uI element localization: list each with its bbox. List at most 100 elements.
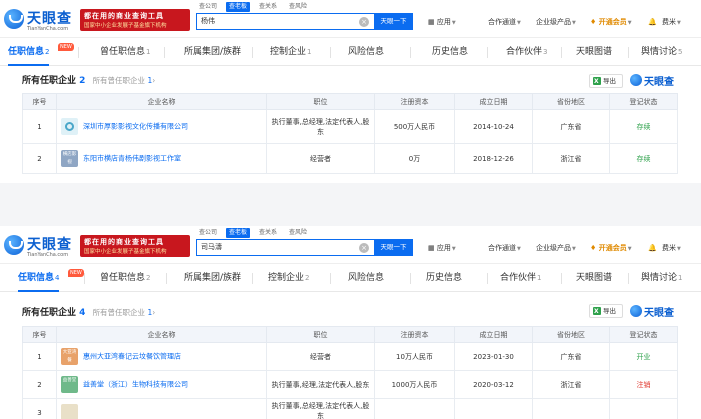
logo-eye-icon — [630, 305, 642, 317]
site-logo[interactable]: 天眼查 TianYanCha.com — [4, 7, 76, 33]
col-header-capital: 注册资本 — [374, 326, 455, 343]
export-button[interactable]: 导出 — [589, 304, 623, 318]
company-link[interactable]: 益善堂（浙江）生物科技有限公司 — [83, 381, 188, 389]
chevron-down-icon: ▼ — [517, 246, 521, 252]
tab-label: 所属集团/族群 — [184, 47, 242, 57]
chevron-down-icon: ▼ — [677, 20, 681, 26]
export-label: 导出 — [603, 307, 616, 315]
excel-icon — [593, 76, 601, 88]
tab-public-opinion[interactable]: 舆情讨论5 — [641, 40, 682, 65]
col-header-capital: 注册资本 — [374, 93, 455, 110]
company-cell — [56, 398, 267, 419]
former-link-text: 所有曾任职企业 — [92, 76, 146, 85]
search-input[interactable]: 杨伟 — [196, 13, 374, 30]
search-tab-company[interactable]: 查公司 — [196, 2, 220, 12]
user-menu[interactable]: 费米▼ — [662, 16, 681, 28]
tab-label: 任职信息 — [18, 273, 55, 283]
table-row: 2 益善堂 益善堂（浙江）生物科技有限公司 执行董事,经理,法定代表人,股东 10… — [22, 370, 678, 399]
search-tab-company[interactable]: 查公司 — [196, 228, 220, 238]
search-tab-risk[interactable]: 查风险 — [286, 2, 310, 12]
active-tab-indicator — [8, 64, 50, 66]
former-positions-link[interactable]: 所有曾任职企业 1› — [93, 308, 156, 317]
active-tab-indicator — [18, 290, 60, 292]
promo-banner[interactable]: 都在用的商业查询工具 国家中小企业发展子基金旗下机构 — [80, 9, 190, 31]
search-tab-relation[interactable]: 查关系 — [256, 2, 280, 12]
search-button[interactable]: 天眼一下 — [374, 13, 413, 30]
clear-search-icon[interactable]: × — [359, 243, 369, 253]
tab-divider — [330, 47, 331, 58]
tab-former-positions[interactable]: 曾任职信息1 — [100, 40, 150, 65]
tab-graph[interactable]: 天眼图谱 — [576, 40, 612, 65]
nav-partner[interactable]: 合作通道▼ — [488, 16, 521, 28]
chevron-down-icon: ▼ — [677, 246, 681, 252]
tab-label: 曾任职信息 — [100, 273, 146, 283]
tab-partners[interactable]: 合作伙伴3 — [506, 40, 547, 65]
nav-apps-label: 应用 — [436, 18, 451, 26]
company-link[interactable]: 东阳市横店青杨伟剧影视工作室 — [83, 155, 181, 163]
nav-partner[interactable]: 合作通道▼ — [488, 242, 521, 254]
company-link[interactable]: 深圳市厚影影视文化传播有限公司 — [83, 123, 188, 131]
search-input[interactable]: 司马濤 — [196, 239, 374, 256]
col-header-position: 职位 — [266, 93, 375, 110]
row-index: 3 — [22, 398, 57, 419]
search-tab-risk[interactable]: 查风险 — [286, 228, 310, 238]
tab-history[interactable]: 历史信息 — [432, 40, 468, 65]
tab-former-positions[interactable]: 曾任职信息2 — [100, 266, 150, 291]
position-cell: 执行董事,经理,法定代表人,股东 — [266, 370, 375, 399]
tab-graph[interactable]: 天眼图谱 — [576, 266, 612, 291]
tab-risk[interactable]: 风险信息 — [348, 40, 384, 65]
watermark-text: 天眼查 — [644, 308, 674, 319]
tab-divider — [166, 273, 167, 284]
tab-divider — [561, 47, 562, 58]
nav-apps[interactable]: ▦ 应用▼ — [428, 16, 456, 28]
tab-risk[interactable]: 风险信息 — [348, 266, 384, 291]
search-tab-boss[interactable]: 查老板 — [226, 2, 251, 12]
logo-subtext: TianYanCha.com — [27, 26, 69, 32]
search-button[interactable]: 天眼一下 — [374, 239, 413, 256]
date-cell: 2014-10-24 — [454, 109, 533, 144]
tab-current-positions[interactable]: 任职信息4 — [18, 266, 60, 292]
search-tab-boss[interactable]: 查老板 — [226, 228, 251, 238]
region-cell: 广东省 — [532, 109, 610, 144]
tab-divider — [84, 273, 85, 284]
tab-current-positions[interactable]: 任职信息2 — [8, 40, 50, 66]
region-cell: 浙江省 — [532, 143, 610, 174]
tab-controlled-companies[interactable]: 控制企业2 — [268, 266, 309, 291]
nav-enterprise[interactable]: 企业级产品▼ — [536, 16, 576, 28]
promo-banner[interactable]: 都在用的商业查询工具 国家中小企业发展子基金旗下机构 — [80, 235, 190, 257]
bell-icon[interactable]: 🔔 — [648, 242, 657, 254]
export-button[interactable]: 导出 — [589, 74, 623, 88]
nav-vip[interactable]: ♦ 开通会员▼ — [590, 242, 632, 254]
nav-enterprise-label: 企业级产品 — [536, 18, 571, 26]
nav-vip-label: 开通会员 — [598, 244, 627, 252]
tab-history[interactable]: 历史信息 — [426, 266, 462, 291]
clear-search-icon[interactable]: × — [359, 17, 369, 27]
former-positions-link[interactable]: 所有曾任职企业 1› — [93, 76, 156, 85]
tab-public-opinion[interactable]: 舆情讨论1 — [641, 266, 682, 291]
status-cell — [609, 398, 678, 419]
profile-tabs: 任职信息4 NEW 曾任职信息2 所属集团/族群 控制企业2 风险信息 历史信息… — [0, 266, 701, 292]
position-cell: 经营者 — [266, 342, 375, 371]
nav-apps[interactable]: ▦ 应用▼ — [428, 242, 456, 254]
site-logo[interactable]: 天眼查 TianYanCha.com — [4, 233, 76, 259]
chevron-down-icon: ▼ — [572, 20, 576, 26]
chevron-right-icon: › — [152, 308, 156, 317]
company-cell: 横店影视 东阳市横店青杨伟剧影视工作室 — [56, 143, 267, 174]
status-cell: 存续 — [609, 109, 678, 144]
tab-controlled-companies[interactable]: 控制企业1 — [270, 40, 311, 65]
capital-cell: 10万人民币 — [374, 342, 455, 371]
tab-partners[interactable]: 合作伙伴1 — [500, 266, 541, 291]
tab-group[interactable]: 所属集团/族群 — [184, 266, 241, 291]
tab-label: 控制企业 — [270, 47, 307, 57]
company-link[interactable]: 惠州大亚湾春记云坟餐饮管理店 — [83, 353, 181, 361]
bell-icon[interactable]: 🔔 — [648, 16, 657, 28]
tab-label: 舆情讨论 — [641, 47, 678, 57]
nav-partner-label: 合作通道 — [488, 18, 516, 26]
banner-line-2: 国家中小企业发展子基金旗下机构 — [84, 249, 167, 255]
table-row: 2 横店影视 东阳市横店青杨伟剧影视工作室 经营者 0万 2018-12-26 浙… — [22, 143, 678, 174]
nav-enterprise[interactable]: 企业级产品▼ — [536, 242, 576, 254]
user-menu[interactable]: 费米▼ — [662, 242, 681, 254]
nav-vip[interactable]: ♦ 开通会员▼ — [590, 16, 632, 28]
tab-group[interactable]: 所属集团/族群 — [184, 40, 241, 65]
search-tab-relation[interactable]: 查关系 — [256, 228, 280, 238]
